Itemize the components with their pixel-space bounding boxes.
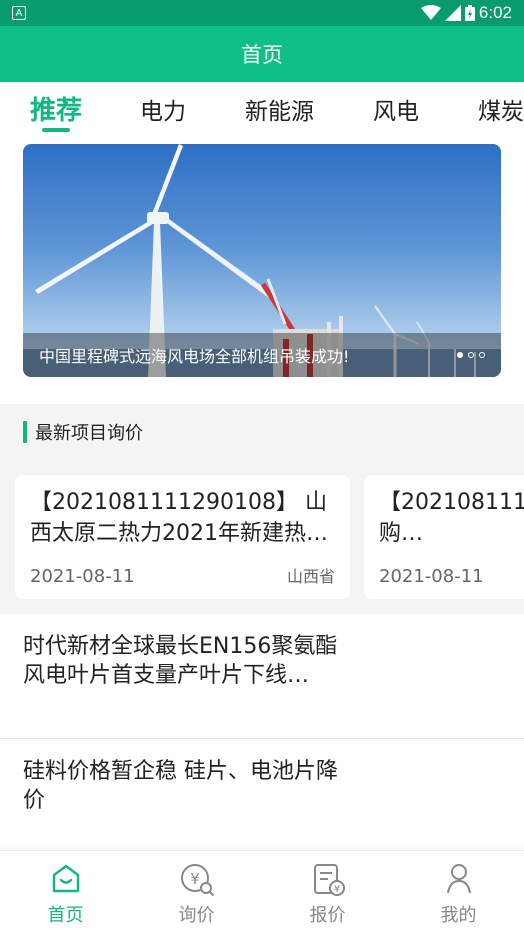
inquiry-card-title: 【20210811111…源电力物资采购… bbox=[379, 490, 524, 546]
home-icon bbox=[52, 864, 79, 893]
tab-electric-power[interactable]: 电力 bbox=[140, 92, 186, 126]
banner-area: 中国里程碑式远海风电场全部机组吊装成功! bbox=[0, 134, 524, 404]
nav-quote[interactable]: ¥ 报价 bbox=[262, 851, 393, 933]
section-title: 最新项目询价 bbox=[35, 423, 143, 444]
news-title: 时代新材全球最长EN156聚氨酯风电叶片首支量产叶片下线… bbox=[23, 634, 338, 688]
wifi-icon bbox=[420, 5, 441, 20]
banner-carousel[interactable]: 中国里程碑式远海风电场全部机组吊装成功! bbox=[23, 144, 501, 377]
battery-icon bbox=[464, 5, 475, 21]
nav-inquiry[interactable]: ¥ 询价 bbox=[131, 851, 262, 933]
clock: 6:02 bbox=[478, 3, 512, 22]
inquiry-card[interactable]: 【2021081111290108】 山西太原二热力2021年新建热… 2021… bbox=[15, 475, 350, 599]
svg-text:¥: ¥ bbox=[333, 884, 339, 895]
user-icon bbox=[446, 864, 471, 894]
bottom-navigation: 首页 ¥ 询价 ¥ 报价 我的 bbox=[0, 850, 524, 933]
banner-caption-bar: 中国里程碑式远海风电场全部机组吊装成功! bbox=[23, 333, 501, 377]
tab-new-energy[interactable]: 新能源 bbox=[245, 92, 314, 126]
nav-home[interactable]: 首页 bbox=[0, 851, 131, 933]
inquiry-card-region: 山西省 bbox=[286, 567, 335, 586]
document-yuan-icon: ¥ bbox=[313, 864, 345, 896]
app-header: 首页 bbox=[0, 26, 524, 82]
inquiry-card[interactable]: 【20210811111…源电力物资采购… 2021-08-11 bbox=[364, 475, 524, 599]
banner-caption: 中国里程碑式远海风电场全部机组吊装成功! bbox=[39, 347, 350, 366]
tab-coal[interactable]: 煤炭 bbox=[478, 92, 524, 126]
carousel-dot[interactable] bbox=[468, 352, 474, 358]
inquiry-card-date: 2021-08-11 bbox=[30, 566, 135, 587]
inquiry-section-header: 最新项目询价 bbox=[0, 404, 524, 460]
carousel-dot[interactable] bbox=[457, 352, 463, 358]
nav-label: 我的 bbox=[440, 905, 477, 926]
tab-indicator bbox=[42, 128, 70, 132]
inquiry-cards-scroller[interactable]: 【2021081111290108】 山西太原二热力2021年新建热… 2021… bbox=[0, 460, 524, 614]
news-item[interactable]: 硅料价格暂企稳 硅片、电池片降价 bbox=[0, 739, 524, 850]
tab-wind-power[interactable]: 风电 bbox=[373, 92, 419, 126]
news-item[interactable]: 时代新材全球最长EN156聚氨酯风电叶片首支量产叶片下线… bbox=[0, 614, 524, 739]
nav-profile[interactable]: 我的 bbox=[393, 851, 524, 933]
tab-recommend[interactable]: 推荐 bbox=[30, 90, 82, 127]
carousel-indicator bbox=[457, 352, 485, 358]
nav-label: 首页 bbox=[47, 905, 84, 926]
category-tabs: 推荐 电力 新能源 风电 煤炭 bbox=[0, 82, 524, 134]
carousel-dot[interactable] bbox=[479, 352, 485, 358]
inquiry-card-title: 【2021081111290108】 山西太原二热力2021年新建热… bbox=[30, 490, 328, 546]
nav-label: 询价 bbox=[178, 905, 215, 926]
status-bar: A 6:02 bbox=[0, 0, 524, 26]
page-title: 首页 bbox=[241, 43, 283, 67]
news-title: 硅料价格暂企稳 硅片、电池片降价 bbox=[23, 759, 338, 813]
section-marker bbox=[23, 421, 27, 443]
notification-icon: A bbox=[12, 6, 26, 20]
nav-label: 报价 bbox=[309, 905, 346, 926]
yuan-search-icon: ¥ bbox=[180, 864, 214, 896]
signal-icon bbox=[444, 5, 461, 21]
svg-text:¥: ¥ bbox=[190, 870, 200, 888]
inquiry-card-date: 2021-08-11 bbox=[379, 566, 484, 587]
